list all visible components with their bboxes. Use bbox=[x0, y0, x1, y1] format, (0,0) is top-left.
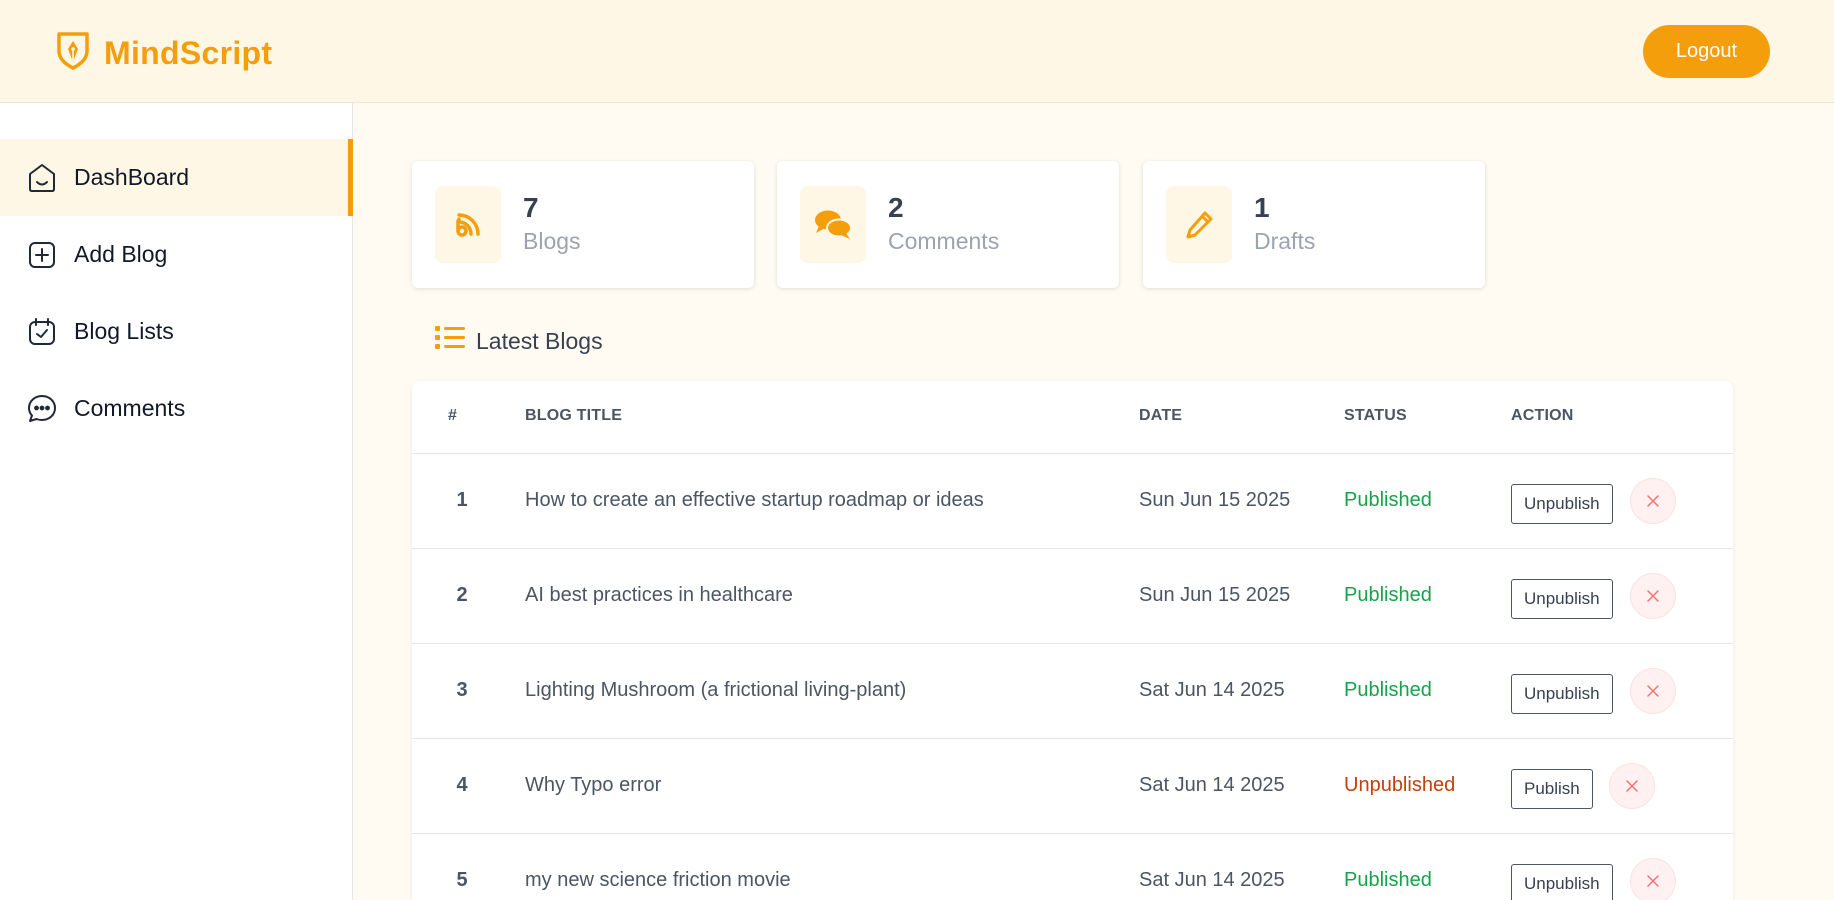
add-square-icon bbox=[26, 239, 58, 271]
close-icon bbox=[1647, 495, 1659, 507]
stat-card-blogs[interactable]: 7 Blogs bbox=[412, 161, 754, 288]
table-row: 2 AI best practices in healthcare Sun Ju… bbox=[412, 549, 1733, 644]
blog-title[interactable]: AI best practices in healthcare bbox=[525, 584, 793, 607]
row-number: 1 bbox=[456, 489, 468, 511]
calendar-check-icon bbox=[26, 316, 58, 348]
row-number: 5 bbox=[456, 869, 468, 891]
latest-blogs-table: # BLOG TITLE DATE STATUS ACTION 1 How to… bbox=[412, 381, 1733, 900]
close-icon bbox=[1647, 685, 1659, 697]
blog-date: Sun Jun 15 2025 bbox=[1139, 584, 1291, 606]
close-icon bbox=[1647, 590, 1659, 602]
table-header: # BLOG TITLE DATE STATUS ACTION bbox=[412, 381, 1733, 454]
stat-value: 2 bbox=[888, 191, 904, 223]
sidebar: DashBoard Add Blog Blog Lists Comments bbox=[0, 103, 353, 900]
status-badge: Published bbox=[1344, 869, 1432, 891]
sidebar-item-label: DashBoard bbox=[74, 164, 190, 190]
unpublish-button[interactable]: Unpublish bbox=[1511, 579, 1613, 619]
blog-title[interactable]: How to create an effective startup roadm… bbox=[525, 489, 984, 512]
latest-blogs-heading: Latest Blogs bbox=[435, 324, 603, 358]
sidebar-item-comments[interactable]: Comments bbox=[0, 370, 353, 447]
status-badge: Unpublished bbox=[1344, 774, 1456, 796]
close-icon bbox=[1647, 875, 1659, 887]
delete-button[interactable] bbox=[1609, 763, 1655, 809]
table-row: 1 How to create an effective startup roa… bbox=[412, 454, 1733, 549]
sidebar-item-label: Comments bbox=[74, 395, 186, 421]
rss-icon bbox=[435, 186, 501, 263]
close-icon bbox=[1626, 780, 1638, 792]
latest-blogs-title: Latest Blogs bbox=[476, 327, 603, 354]
delete-button[interactable] bbox=[1630, 668, 1676, 714]
stat-value: 1 bbox=[1254, 191, 1270, 223]
table-row: 4 Why Typo error Sat Jun 14 2025 Unpubli… bbox=[412, 739, 1733, 834]
unpublish-button[interactable]: Unpublish bbox=[1511, 674, 1613, 714]
sidebar-item-dashboard[interactable]: DashBoard bbox=[0, 139, 353, 216]
blog-date: Sat Jun 14 2025 bbox=[1139, 869, 1285, 891]
blog-title[interactable]: my new science friction movie bbox=[525, 869, 791, 892]
pencil-icon bbox=[1166, 186, 1232, 263]
publish-button[interactable]: Publish bbox=[1511, 769, 1593, 809]
table-row: 5 my new science friction movie Sat Jun … bbox=[412, 834, 1733, 900]
main-content: 7 Blogs 2 Comments 1 Drafts Latest Blogs… bbox=[353, 103, 1834, 900]
stat-value: 7 bbox=[523, 191, 539, 223]
stat-label: Comments bbox=[888, 227, 1000, 254]
stat-card-comments[interactable]: 2 Comments bbox=[777, 161, 1119, 288]
delete-button[interactable] bbox=[1630, 478, 1676, 524]
unpublish-button[interactable]: Unpublish bbox=[1511, 484, 1613, 524]
sidebar-item-blog-lists[interactable]: Blog Lists bbox=[0, 293, 353, 370]
unpublish-button[interactable]: Unpublish bbox=[1511, 864, 1613, 900]
blog-date: Sat Jun 14 2025 bbox=[1139, 679, 1285, 701]
blog-date: Sun Jun 15 2025 bbox=[1139, 489, 1291, 511]
row-number: 3 bbox=[456, 679, 468, 701]
blog-title[interactable]: Lighting Mushroom (a frictional living-p… bbox=[525, 679, 906, 702]
row-number: 2 bbox=[456, 584, 468, 606]
status-badge: Published bbox=[1344, 679, 1432, 701]
delete-button[interactable] bbox=[1630, 573, 1676, 619]
blog-date: Sat Jun 14 2025 bbox=[1139, 774, 1285, 796]
status-badge: Published bbox=[1344, 489, 1432, 511]
home-icon bbox=[26, 162, 58, 194]
chat-bubble-icon bbox=[26, 393, 58, 425]
column-header-status: STATUS bbox=[1344, 407, 1407, 424]
column-header-action: ACTION bbox=[1511, 407, 1574, 424]
brand-name: MindScript bbox=[104, 35, 273, 71]
sidebar-item-add-blog[interactable]: Add Blog bbox=[0, 216, 353, 293]
column-header-num: # bbox=[448, 407, 458, 424]
blog-title[interactable]: Why Typo error bbox=[525, 774, 661, 797]
stat-label: Blogs bbox=[523, 227, 581, 254]
table-row: 3 Lighting Mushroom (a frictional living… bbox=[412, 644, 1733, 739]
sidebar-item-label: Add Blog bbox=[74, 241, 168, 267]
column-header-date: DATE bbox=[1139, 407, 1183, 424]
stat-card-drafts[interactable]: 1 Drafts bbox=[1143, 161, 1485, 288]
row-number: 4 bbox=[456, 774, 468, 796]
delete-button[interactable] bbox=[1630, 858, 1676, 900]
list-icon bbox=[435, 324, 465, 358]
top-header: MindScript Logout bbox=[0, 0, 1834, 103]
logout-button[interactable]: Logout bbox=[1643, 25, 1770, 78]
status-badge: Published bbox=[1344, 584, 1432, 606]
comments-icon bbox=[800, 186, 866, 263]
pen-shield-logo-icon bbox=[55, 31, 91, 76]
column-header-title: BLOG TITLE bbox=[525, 407, 623, 424]
sidebar-item-label: Blog Lists bbox=[74, 318, 174, 344]
brand-logo[interactable]: MindScript bbox=[55, 31, 272, 76]
stat-label: Drafts bbox=[1254, 227, 1316, 254]
